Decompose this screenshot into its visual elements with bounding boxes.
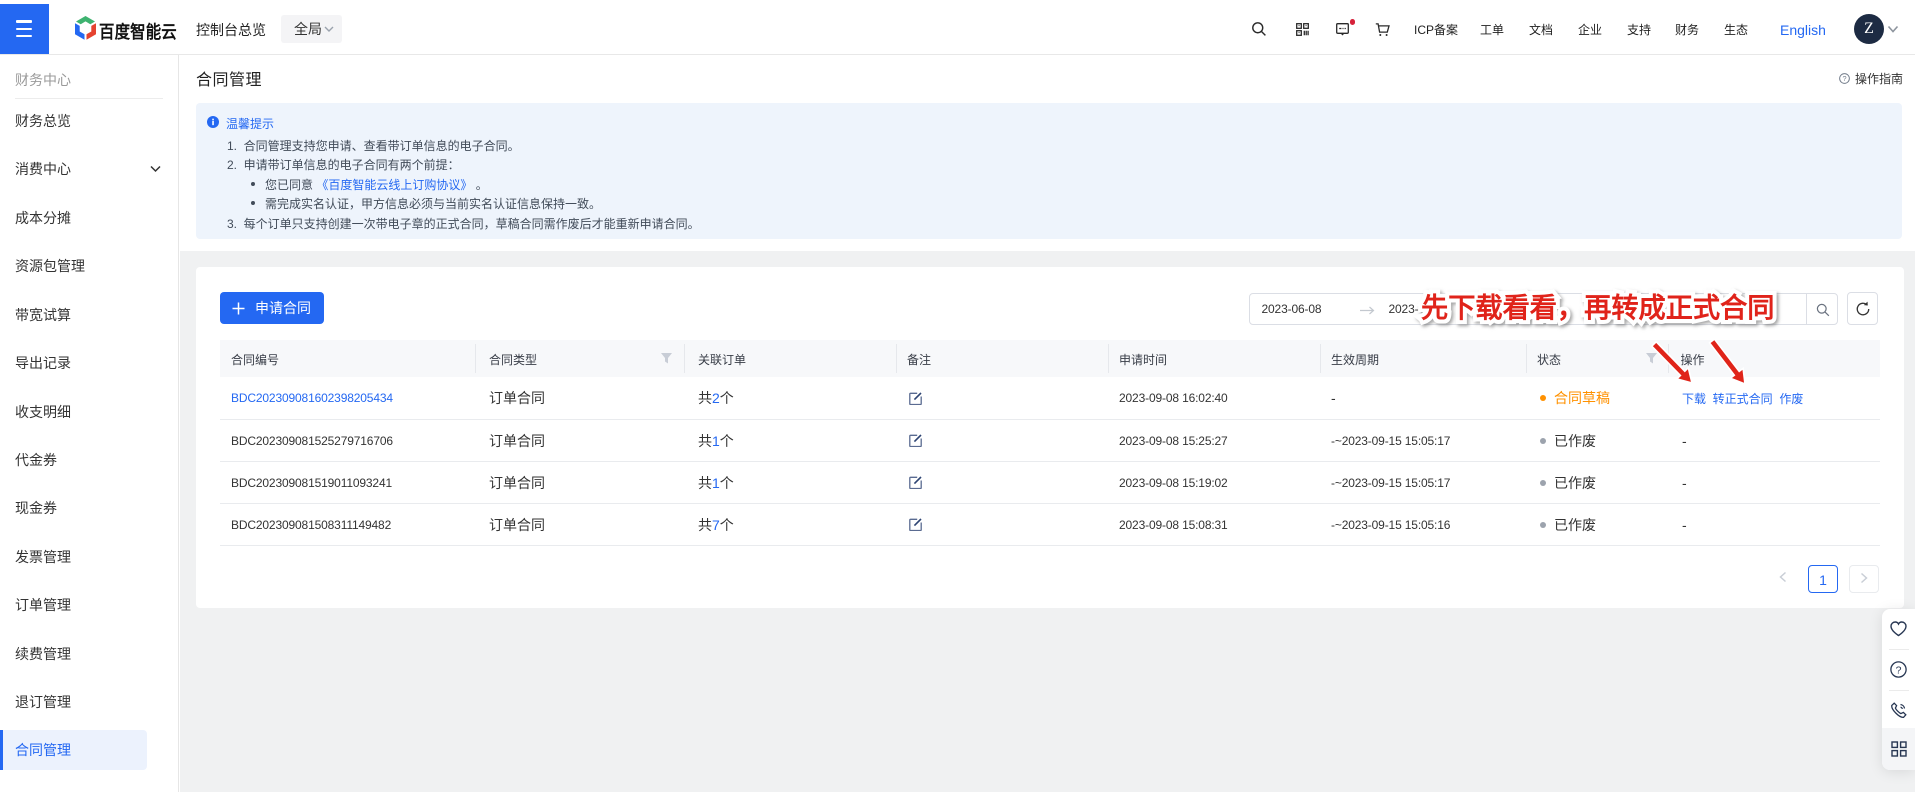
svg-text:?: ? xyxy=(1842,74,1846,83)
svg-text:?: ? xyxy=(1896,664,1902,676)
svg-text:先下载看看，再转成正式合同: 先下载看看，再转成正式合同 xyxy=(1421,292,1774,323)
